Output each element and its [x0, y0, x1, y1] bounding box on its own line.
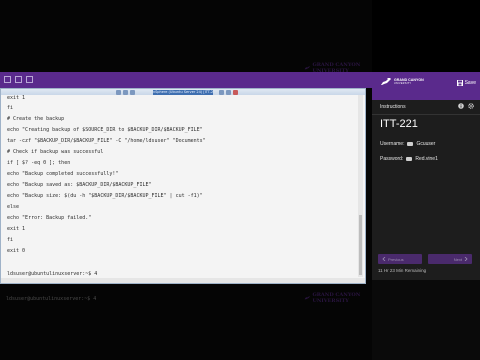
- terminal-line: # Check if backup was successful: [7, 149, 104, 155]
- password-label: Password:: [380, 156, 404, 162]
- antelope-icon: [304, 296, 310, 300]
- instruction-navigation: Previous Next: [378, 254, 472, 264]
- panel-sub-icons: [458, 103, 474, 109]
- lab-title: ITT-221: [380, 118, 418, 130]
- terminal-line: fi: [7, 105, 14, 111]
- vertical-scrollbar[interactable]: [358, 95, 363, 277]
- instructions-tab: Instructions: [372, 100, 480, 115]
- panel-header: GRAND CANYON UNIVERSITY Save: [372, 72, 480, 100]
- copy-username-icon[interactable]: [407, 142, 414, 146]
- terminal-line: else: [7, 204, 20, 210]
- previous-button[interactable]: Previous: [378, 254, 422, 264]
- save-button[interactable]: Save: [456, 80, 476, 86]
- next-button[interactable]: Next: [428, 254, 472, 264]
- terminal-line: echo "Backup completed successfully!": [7, 171, 119, 177]
- password-value[interactable]: Red.vine1: [415, 156, 438, 162]
- toolbar-button-3[interactable]: [26, 76, 33, 83]
- instructions-panel: GRAND CANYON UNIVERSITY Save Instruction…: [372, 72, 480, 280]
- terminal-line: echo "Backup size: $(du -h "$BACKUP_DIR/…: [7, 193, 203, 199]
- scrollbar-thumb[interactable]: [359, 215, 362, 275]
- background-prompt-line: ldsuser@ubuntulinuxserver:~$ 4: [6, 296, 97, 302]
- terminal-output[interactable]: exit 1 fi # Create the backup echo "Crea…: [7, 95, 355, 277]
- panel-bottom-area: [372, 280, 480, 360]
- chevron-left-icon: [382, 257, 386, 261]
- brand-sub: UNIVERSITY: [394, 82, 412, 85]
- terminal-line: tar -czf "$BACKUP_DIR/$BACKUP_FILE" -C "…: [7, 138, 206, 144]
- username-label: Username:: [380, 141, 405, 147]
- copy-password-icon[interactable]: [406, 157, 413, 161]
- save-label: Save: [464, 80, 476, 86]
- gcu-logo: GRAND CANYON UNIVERSITY: [380, 78, 424, 86]
- terminal-line: exit 1: [7, 226, 26, 232]
- toolbar-button-1[interactable]: [4, 76, 11, 83]
- terminal-line: fi: [7, 237, 14, 243]
- terminal-line: # Create the backup: [7, 116, 65, 122]
- terminal-line: echo "Error: Backup failed.": [7, 215, 92, 221]
- password-row: Password: Red.vine1: [380, 156, 438, 162]
- gear-icon[interactable]: [468, 103, 474, 109]
- terminal-line: exit 0: [7, 248, 26, 254]
- previous-label: Previous: [388, 256, 404, 262]
- antelope-icon: [304, 66, 310, 70]
- username-row: Username: Gcuuser: [380, 141, 435, 147]
- terminal-line: if [ $? -eq 0 ]; then: [7, 160, 71, 166]
- time-remaining: 11 Hr 23 Min Remaining: [378, 268, 427, 273]
- vm-console-window[interactable]: vSphere (Ubuntu Server 24) [ITT-221] exi…: [0, 88, 366, 284]
- horizontal-scrollbar[interactable]: [1, 278, 365, 283]
- terminal-line: echo "Backup saved as: $BACKUP_DIR/$BACK…: [7, 182, 152, 188]
- terminal-line: exit 1: [7, 95, 26, 101]
- terminal-prompt: ldsuser@ubuntulinuxserver:~$ 4: [7, 271, 98, 277]
- info-icon[interactable]: [458, 103, 464, 109]
- next-label: Next: [453, 256, 462, 262]
- terminal-line: echo "Creating backup of $SOURCE_DIR to …: [7, 127, 203, 133]
- save-icon: [456, 80, 463, 86]
- antelope-icon: [381, 78, 391, 85]
- background-logo-bottom: GRAND CANYON UNIVERSITY: [304, 288, 368, 308]
- chevron-right-icon: [464, 257, 468, 261]
- username-value[interactable]: Gcuuser: [416, 141, 435, 147]
- toolbar-button-2[interactable]: [15, 76, 22, 83]
- instructions-label: Instructions: [380, 104, 406, 110]
